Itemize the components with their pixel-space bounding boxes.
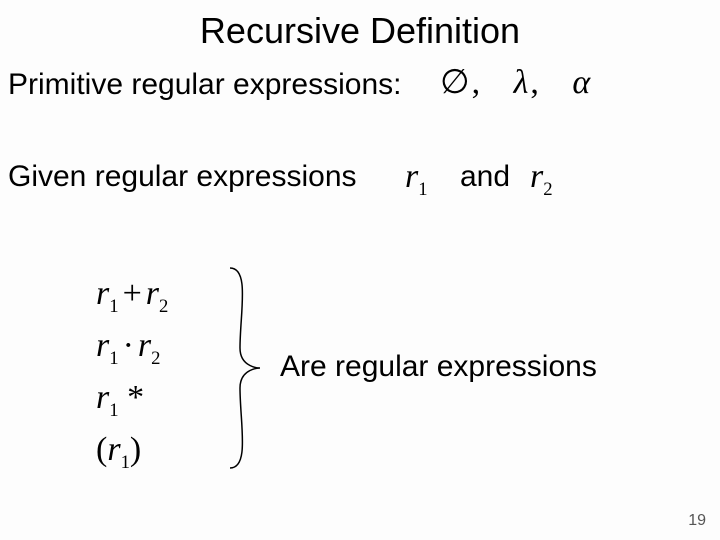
lambda-symbol: λ: [514, 64, 531, 101]
sub: 1: [109, 400, 118, 421]
sym: r: [146, 275, 159, 312]
lparen: (: [96, 431, 107, 468]
sub: 2: [159, 296, 168, 317]
r1-sub: 1: [418, 179, 427, 200]
sub: 1: [109, 296, 118, 317]
curly-brace-icon: [220, 258, 270, 478]
sym: r: [107, 431, 120, 468]
sub: 1: [121, 452, 130, 473]
sym: r: [96, 327, 109, 364]
op-paren: (r1): [96, 424, 168, 476]
operations-list: r1+r2 r1·r2 r1 * (r1): [96, 268, 168, 476]
sym: r: [138, 327, 151, 364]
empty-set-symbol: ∅: [440, 64, 472, 101]
alpha-symbol: α: [572, 64, 592, 101]
math-r2: r2: [530, 158, 553, 201]
r1-base: r: [405, 158, 418, 195]
op-star: r1 *: [96, 372, 168, 424]
dot-op: ·: [119, 327, 138, 364]
comma: ,: [530, 64, 541, 101]
primitive-symbols: ∅, λ, α: [440, 62, 592, 102]
sym: r: [96, 275, 109, 312]
r2-sub: 2: [543, 179, 552, 200]
rparen: ): [130, 431, 141, 468]
sub: 1: [109, 348, 118, 369]
sym: r: [96, 379, 109, 416]
comma: ,: [472, 64, 483, 101]
text-primitive-regex: Primitive regular expressions:: [8, 68, 401, 102]
r2-base: r: [530, 158, 543, 195]
star-op: *: [127, 379, 144, 416]
plus-op: +: [119, 275, 146, 312]
text-given-regex: Given regular expressions: [8, 160, 357, 194]
slide-title: Recursive Definition: [0, 10, 720, 52]
sub: 2: [151, 348, 160, 369]
text-and: and: [460, 160, 510, 194]
op-union: r1+r2: [96, 268, 168, 320]
text-are-regex: Are regular expressions: [280, 350, 597, 384]
page-number: 19: [688, 512, 706, 530]
math-r1: r1: [405, 158, 428, 201]
op-concat: r1·r2: [96, 320, 168, 372]
slide: Recursive Definition Primitive regular e…: [0, 0, 720, 540]
